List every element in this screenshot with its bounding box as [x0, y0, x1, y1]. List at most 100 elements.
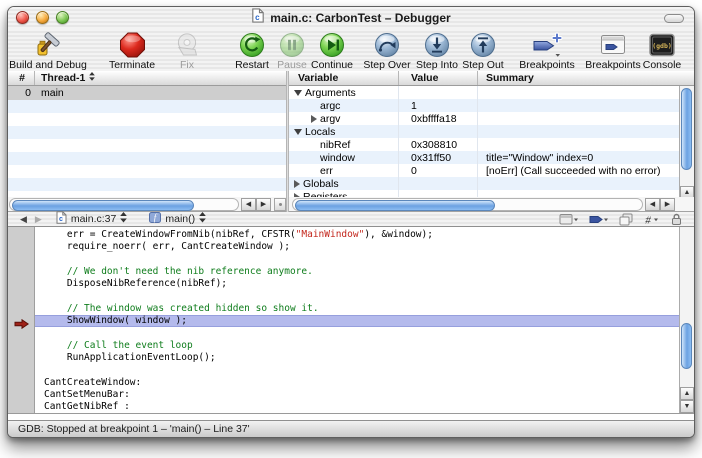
column-header-value[interactable]: Value — [399, 71, 478, 85]
toolbar: Build and DebugTerminateFixRestartPauseC… — [8, 29, 694, 72]
toolbar-item-label: Step Out — [462, 59, 503, 71]
breakpoint-menu-button[interactable] — [589, 213, 609, 226]
included-files-button[interactable] — [619, 213, 633, 226]
scrollbar-thumb[interactable] — [12, 200, 194, 211]
variable-row[interactable]: window0x31ff50title="Window" index=0 — [289, 151, 679, 164]
variable-name: argc — [320, 100, 340, 112]
editor-vertical-scrollbar[interactable]: ▲ ▼ — [679, 227, 694, 413]
toolbar-toggle-pill[interactable] — [664, 14, 684, 23]
code-area[interactable]: err = CreateWindowFromNib(nibRef, CFSTR(… — [35, 227, 679, 413]
variables-vertical-scrollbar[interactable]: ▲ ▼ — [679, 86, 694, 212]
column-header-summary[interactable]: Summary — [478, 71, 694, 85]
variable-summary — [478, 86, 679, 99]
variable-summary — [478, 125, 679, 138]
thread-row[interactable]: 0main — [8, 86, 286, 100]
variables-horizontal-scrollbar[interactable] — [292, 198, 643, 211]
variable-value — [399, 86, 478, 99]
code-line: err = CreateWindowFromNib(nibRef, CFSTR(… — [35, 229, 679, 241]
disclosure-triangle[interactable] — [294, 90, 302, 96]
scrollbar-band: ◀ ▶ ◀ ▶ — [8, 197, 694, 212]
function-popup-menu[interactable]: f main() — [149, 212, 206, 226]
code-line: require_noerr( err, CantCreateWindow ); — [35, 241, 679, 253]
svg-text:c: c — [255, 13, 260, 22]
thread-number: 0 — [8, 87, 35, 99]
scroll-right-button[interactable]: ▶ — [256, 198, 271, 211]
variable-summary: title="Window" index=0 — [478, 151, 679, 164]
line-number-menu-button[interactable]: # — [643, 213, 661, 226]
sort-indicator-icon — [89, 72, 95, 84]
file-popup-menu[interactable]: c main.c:37 — [56, 211, 128, 227]
toolbar-item-label: Fix — [180, 59, 194, 71]
pane-splitter[interactable] — [286, 71, 289, 212]
column-header-thread[interactable]: Thread-1 — [35, 71, 286, 85]
variable-value: 1 — [399, 99, 478, 112]
scrollbar-thumb[interactable] — [681, 323, 692, 369]
threads-horizontal-scrollbar[interactable] — [9, 198, 239, 211]
code-line: CantGetNibRef : — [35, 401, 679, 413]
variable-summary — [478, 138, 679, 151]
disclosure-triangle[interactable] — [294, 180, 300, 188]
toolbar-item-console[interactable]: (gdb) Console — [614, 31, 695, 71]
variable-row[interactable]: err0[noErr] (Call succeeded with no erro… — [289, 164, 679, 177]
close-button[interactable] — [16, 11, 29, 24]
file-icon: c — [56, 211, 67, 227]
scrollbar-thumb[interactable] — [681, 88, 692, 170]
variable-name: Arguments — [305, 87, 356, 99]
thread-list: 0main — [8, 86, 286, 212]
variable-name: err — [320, 165, 333, 177]
splitter-dot-handle[interactable] — [274, 198, 286, 211]
counterpart-menu-button[interactable] — [559, 213, 579, 226]
empty-row — [8, 126, 286, 139]
variable-summary: [noErr] (Call succeeded with no error) — [478, 164, 679, 177]
variable-row[interactable]: argv0xbffffa18 — [289, 112, 679, 125]
zoom-button[interactable] — [56, 11, 69, 24]
variable-value: 0x31ff50 — [399, 151, 478, 164]
code-line — [35, 254, 679, 266]
svg-text:(gdb): (gdb) — [652, 42, 672, 50]
popup-updown-icon — [199, 212, 206, 226]
editor-nav-bar: ◀ ▶ c main.c:37 f main() # — [8, 212, 694, 227]
debugger-window: c main.c: CarbonTest – Debugger Build an… — [7, 6, 695, 438]
empty-row — [8, 152, 286, 165]
current-code-line: ShowWindow( window ); — [35, 315, 679, 327]
function-icon: f — [149, 212, 161, 226]
program-counter-arrow[interactable] — [14, 316, 29, 326]
history-back-button[interactable]: ◀ — [20, 215, 27, 224]
variable-row[interactable]: nibRef0x308810 — [289, 138, 679, 151]
breakpoint-gutter[interactable] — [8, 227, 35, 413]
empty-row — [8, 113, 286, 126]
minimize-button[interactable] — [36, 11, 49, 24]
variable-row[interactable]: argc 1 — [289, 99, 679, 112]
column-header-variable[interactable]: Variable — [289, 71, 399, 85]
scroll-down-button[interactable]: ▼ — [680, 400, 694, 413]
svg-text:#: # — [645, 214, 651, 226]
document-proxy-icon[interactable]: c — [251, 8, 265, 28]
variable-summary — [478, 112, 679, 125]
history-forward-button[interactable]: ▶ — [35, 215, 42, 224]
scroll-up-button[interactable]: ▲ — [680, 387, 694, 400]
disclosure-triangle[interactable] — [294, 129, 302, 135]
lock-icon — [671, 213, 682, 226]
empty-row — [8, 100, 286, 113]
empty-row — [8, 165, 286, 178]
variable-value: 0xbffffa18 — [399, 112, 478, 125]
toolbar-item-label: Console — [643, 59, 682, 71]
title-bar[interactable]: c main.c: CarbonTest – Debugger — [8, 7, 694, 30]
variable-row[interactable]: Arguments — [289, 86, 679, 99]
scrollbar-thumb[interactable] — [295, 200, 495, 211]
thread-pane: # Thread-1 0main — [8, 71, 286, 212]
scroll-right-button[interactable]: ▶ — [660, 198, 675, 211]
status-text: GDB: Stopped at breakpoint 1 – 'main() –… — [18, 423, 250, 435]
step-out-icon — [470, 31, 496, 58]
variable-row[interactable]: Locals — [289, 125, 679, 138]
code-line: DisposeNibReference(nibRef); — [35, 278, 679, 290]
scroll-left-button[interactable]: ◀ — [645, 198, 660, 211]
disclosure-triangle[interactable] — [311, 115, 317, 123]
code-line — [35, 290, 679, 302]
variable-row[interactable]: Globals — [289, 177, 679, 190]
variable-pane: Variable Value Summary Argumentsargc 1arg… — [289, 71, 694, 212]
scroll-left-button[interactable]: ◀ — [241, 198, 256, 211]
column-header-number[interactable]: # — [8, 71, 35, 85]
code-editor[interactable]: err = CreateWindowFromNib(nibRef, CFSTR(… — [8, 227, 694, 414]
toolbar-item-build-and-debug[interactable]: Build and Debug — [7, 31, 96, 71]
